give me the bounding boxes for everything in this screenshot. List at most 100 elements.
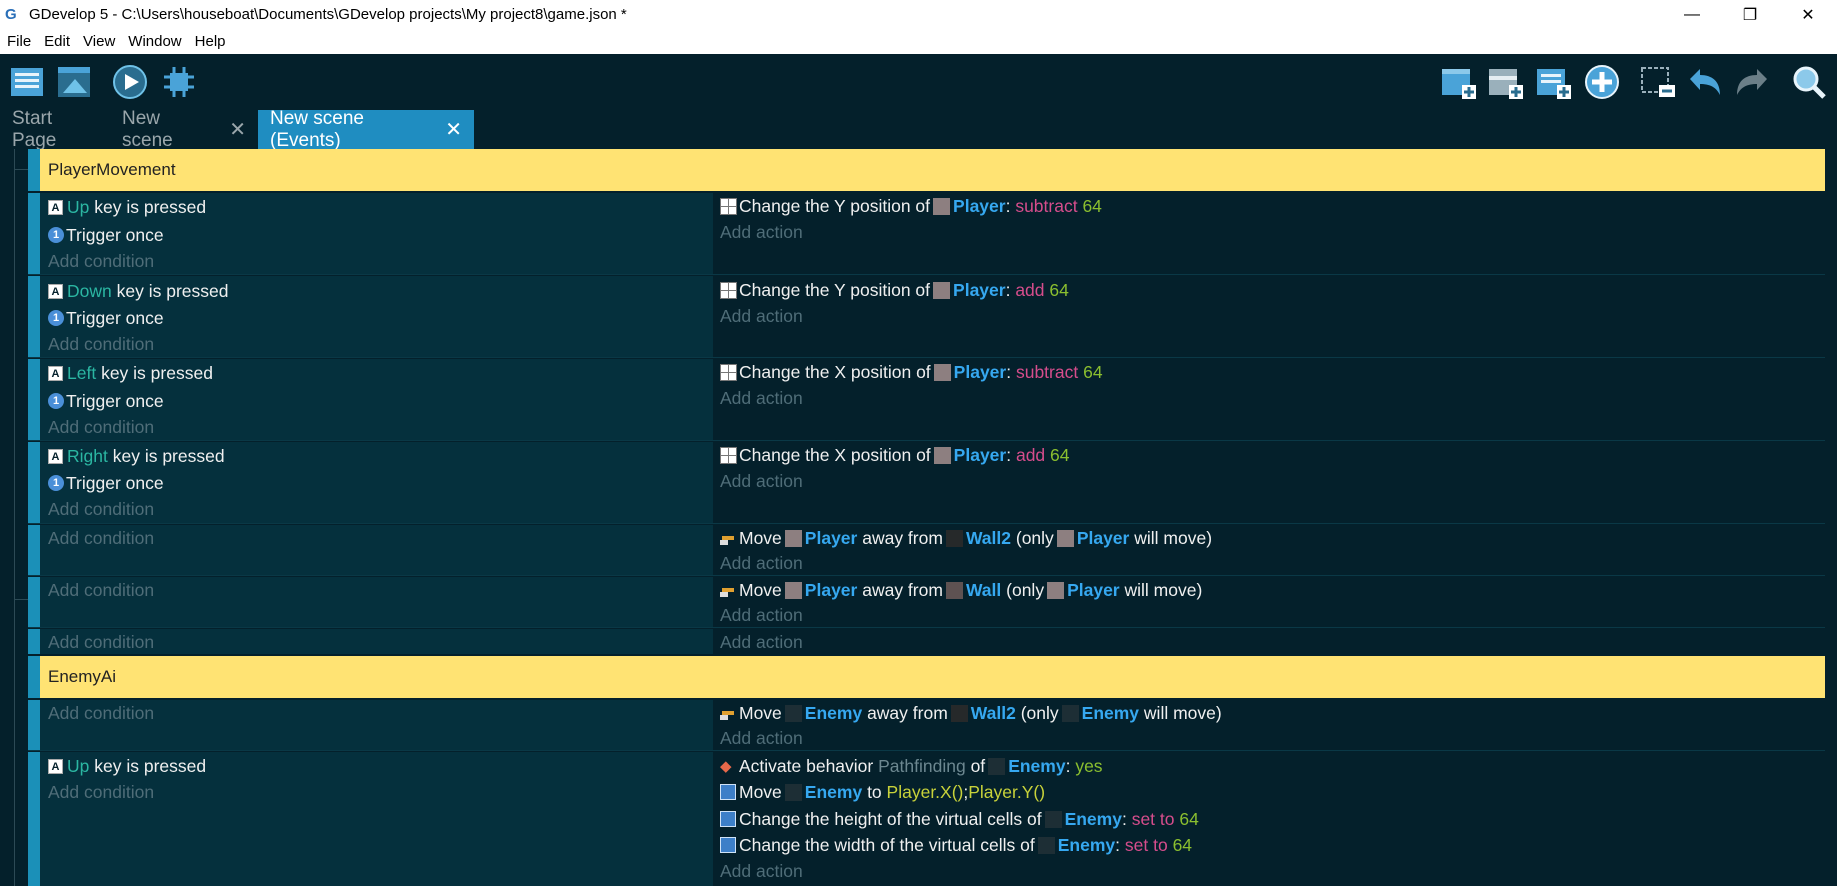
- condition-key-pressed[interactable]: A Right key is pressed: [48, 444, 225, 468]
- add-condition-button[interactable]: Add condition: [48, 249, 154, 273]
- close-window-button[interactable]: ✕: [1779, 0, 1837, 29]
- action-change-x[interactable]: Change the X position of Player : subtra…: [720, 360, 1103, 384]
- menu-help[interactable]: Help: [188, 33, 232, 50]
- tab-start-page[interactable]: Start Page: [0, 108, 110, 151]
- colon: :: [1005, 195, 1011, 216]
- menu-file[interactable]: File: [0, 33, 37, 50]
- action-cell-width[interactable]: Change the width of the virtual cells of…: [720, 833, 1192, 857]
- keyboard-key-icon: A: [48, 283, 63, 299]
- tab-new-scene[interactable]: New scene ✕: [110, 108, 258, 151]
- action-text: will move): [1134, 527, 1213, 548]
- add-action-button[interactable]: Add action: [720, 386, 803, 410]
- colon: :: [1115, 834, 1120, 855]
- add-condition-button[interactable]: Add condition: [48, 415, 154, 439]
- event-enemy-pathfinding[interactable]: A Up key is pressed Add condition ◆ Acti…: [28, 752, 1825, 886]
- object-name: Player: [953, 444, 1007, 465]
- condition-trigger-once[interactable]: 1 Trigger once: [48, 223, 164, 247]
- actions-panel: Move Player away from Wall (only Player …: [713, 577, 1825, 628]
- event-group-enemy-ai[interactable]: EnemyAi: [28, 656, 1825, 698]
- undo-icon[interactable]: [1686, 63, 1724, 101]
- keyboard-key-icon: A: [48, 199, 63, 215]
- event-right-key[interactable]: A Right key is pressed 1 Trigger once Ad…: [28, 442, 1825, 524]
- action-change-y[interactable]: Change the Y position of Player : subtra…: [720, 194, 1102, 218]
- add-action-button[interactable]: Add action: [720, 630, 803, 654]
- add-action-button[interactable]: Add action: [720, 469, 803, 493]
- close-icon[interactable]: ✕: [445, 117, 462, 142]
- condition-key-pressed[interactable]: A Down key is pressed: [48, 279, 228, 303]
- menu-view[interactable]: View: [76, 33, 121, 50]
- actions-panel: ◆ Activate behavior Pathfinding of Enemy…: [713, 752, 1825, 886]
- close-icon[interactable]: ✕: [229, 117, 246, 142]
- conditions-panel: Add condition: [40, 525, 713, 576]
- trigger-once-icon: 1: [48, 475, 64, 491]
- colon: :: [1005, 279, 1011, 300]
- window-controls: — ❐ ✕: [1663, 0, 1837, 29]
- event-empty[interactable]: Add condition Add action: [28, 629, 1825, 654]
- actions-panel: Change the Y position of Player : add 64…: [713, 276, 1825, 358]
- tab-new-scene-events[interactable]: New scene (Events) ✕: [258, 108, 474, 151]
- condition-key-pressed[interactable]: A Up key is pressed: [48, 754, 206, 778]
- condition-text: key is pressed: [112, 445, 225, 466]
- add-action-button[interactable]: Add action: [720, 551, 803, 575]
- action-move-away[interactable]: Move Player away from Wall (only Player …: [720, 578, 1202, 602]
- redo-icon[interactable]: [1733, 63, 1771, 101]
- separate-objects-icon: [720, 582, 736, 598]
- add-condition-button[interactable]: Add condition: [48, 497, 154, 521]
- project-manager-icon[interactable]: [8, 63, 46, 101]
- preview-play-icon[interactable]: [111, 63, 149, 101]
- action-activate-behavior[interactable]: ◆ Activate behavior Pathfinding of Enemy…: [720, 754, 1103, 778]
- restore-button[interactable]: ❐: [1721, 0, 1779, 29]
- add-condition-button[interactable]: Add condition: [48, 701, 154, 725]
- key-name: Down: [67, 280, 112, 301]
- window-title: GDevelop 5 - C:\Users\houseboat\Document…: [29, 6, 627, 23]
- event-left-key[interactable]: A Left key is pressed 1 Trigger once Add…: [28, 359, 1825, 441]
- event-separator: [28, 750, 1825, 751]
- actions-panel: Move Player away from Wall2 (only Player…: [713, 525, 1825, 576]
- condition-key-pressed[interactable]: A Left key is pressed: [48, 361, 213, 385]
- action-move-away[interactable]: Move Enemy away from Wall2 (only Enemy w…: [720, 701, 1222, 725]
- add-action-button[interactable]: Add action: [720, 859, 803, 883]
- add-condition-button[interactable]: Add condition: [48, 780, 154, 804]
- action-move-to[interactable]: Move Enemy to Player.X(); Player.Y(): [720, 780, 1045, 804]
- scene-editor-icon[interactable]: [55, 63, 93, 101]
- add-action-button[interactable]: Add action: [720, 726, 803, 750]
- event-enemy-separate-wall2[interactable]: Add condition Move Enemy away from Wall2…: [28, 700, 1825, 751]
- event-separate-wall[interactable]: Add condition Move Player away from Wall…: [28, 577, 1825, 628]
- add-event-icon[interactable]: [1440, 63, 1478, 101]
- action-change-x[interactable]: Change the X position of Player : add 64: [720, 443, 1070, 467]
- action-change-y[interactable]: Change the Y position of Player : add 64: [720, 278, 1069, 302]
- event-down-key[interactable]: A Down key is pressed 1 Trigger once Add…: [28, 276, 1825, 358]
- event-separator: [28, 575, 1825, 576]
- event-group-player-movement[interactable]: PlayerMovement: [28, 149, 1825, 191]
- action-text: will move): [1124, 579, 1203, 600]
- wall2-object-icon: [945, 529, 963, 547]
- keyboard-key-icon: A: [48, 365, 63, 381]
- add-condition-button[interactable]: Add condition: [48, 526, 154, 550]
- event-separate-wall2[interactable]: Add condition Move Player away from Wall…: [28, 525, 1825, 576]
- event-up-key[interactable]: A Up key is pressed 1 Trigger once Add c…: [28, 193, 1825, 275]
- add-condition-button[interactable]: Add condition: [48, 578, 154, 602]
- event-bar: [28, 193, 40, 275]
- add-condition-button[interactable]: Add condition: [48, 630, 154, 654]
- debugger-icon[interactable]: [160, 63, 198, 101]
- player-object-icon: [784, 581, 802, 599]
- add-action-button[interactable]: Add action: [720, 304, 803, 328]
- add-other-event-icon[interactable]: [1583, 63, 1621, 101]
- action-cell-height[interactable]: Change the height of the virtual cells o…: [720, 807, 1199, 831]
- condition-text: Trigger once: [66, 307, 164, 328]
- add-sub-event-icon[interactable]: [1487, 63, 1525, 101]
- delete-selection-icon[interactable]: [1639, 63, 1677, 101]
- add-action-button[interactable]: Add action: [720, 603, 803, 627]
- condition-trigger-once[interactable]: 1 Trigger once: [48, 389, 164, 413]
- menu-edit[interactable]: Edit: [37, 33, 76, 50]
- condition-trigger-once[interactable]: 1 Trigger once: [48, 471, 164, 495]
- menu-window[interactable]: Window: [121, 33, 187, 50]
- add-comment-icon[interactable]: [1535, 63, 1573, 101]
- add-action-button[interactable]: Add action: [720, 220, 803, 244]
- minimize-button[interactable]: —: [1663, 0, 1721, 29]
- search-icon[interactable]: [1790, 63, 1828, 101]
- condition-trigger-once[interactable]: 1 Trigger once: [48, 306, 164, 330]
- add-condition-button[interactable]: Add condition: [48, 332, 154, 356]
- action-move-away[interactable]: Move Player away from Wall2 (only Player…: [720, 526, 1212, 550]
- condition-key-pressed[interactable]: A Up key is pressed: [48, 195, 206, 219]
